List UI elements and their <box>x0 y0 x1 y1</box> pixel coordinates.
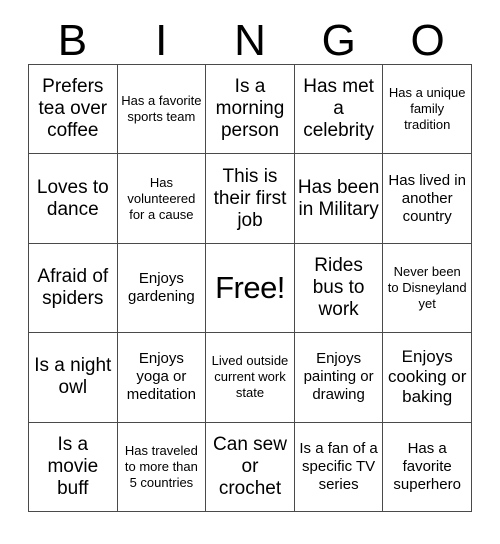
bingo-cell-label: Is a movie buff <box>47 433 99 499</box>
bingo-card: B I N G O Prefers tea over coffee Has a f… <box>0 0 500 544</box>
bingo-cell-label: Rides bus to work <box>312 254 365 320</box>
bingo-cell-g-5[interactable]: Is a fan of a specific TV series <box>294 422 384 512</box>
bingo-cell-i-2[interactable]: Has volunteered for a cause <box>117 154 207 244</box>
bingo-cell-label: Has a unique family tradition <box>388 85 466 133</box>
bingo-cell-b-1[interactable]: Prefers tea over coffee <box>29 65 118 155</box>
bingo-cell-label: Has traveled to more than 5 countries <box>124 442 198 490</box>
bingo-cell-o-4[interactable]: Enjoys cooking or baking <box>383 333 472 423</box>
bingo-cell-label: Is a night owl <box>34 355 112 399</box>
bingo-cell-label: Prefers tea over coffee <box>38 76 108 142</box>
bingo-cell-o-1[interactable]: Has a unique family tradition <box>383 65 472 155</box>
bingo-cell-label: Has been in Military <box>297 176 380 220</box>
bingo-cell-g-4[interactable]: Enjoys painting or drawing <box>294 333 384 423</box>
bingo-header-letter-o: O <box>410 16 445 65</box>
bingo-cell-label: Is a morning person <box>215 76 285 142</box>
bingo-cell-n-4[interactable]: Lived outside current work state <box>206 333 295 423</box>
bingo-cell-label: Can sew or crochet <box>213 433 287 499</box>
bingo-header-row: B I N G O <box>28 14 472 64</box>
bingo-cell-g-3[interactable]: Rides bus to work <box>294 243 384 334</box>
bingo-cell-label: Never been to Disneyland yet <box>387 263 467 311</box>
bingo-cell-n-1[interactable]: Is a morning person <box>206 65 295 155</box>
bingo-header-letter-i: I <box>155 16 168 65</box>
bingo-cell-label: Is a fan of a specific TV series <box>299 439 378 493</box>
bingo-cell-n-2[interactable]: This is their first job <box>206 154 295 244</box>
bingo-cell-label: Enjoys yoga or meditation <box>126 350 196 404</box>
bingo-cell-i-4[interactable]: Enjoys yoga or meditation <box>117 333 207 423</box>
bingo-free-space-cell[interactable]: Free! <box>206 243 295 334</box>
bingo-cell-label: Lived outside current work state <box>211 353 289 401</box>
bingo-cell-b-5[interactable]: Is a movie buff <box>29 422 118 512</box>
bingo-cell-label: Has volunteered for a cause <box>127 174 196 222</box>
bingo-cell-g-1[interactable]: Has met a celebrity <box>294 65 384 155</box>
bingo-header-letter-n: N <box>234 16 266 65</box>
bingo-cell-label: Enjoys gardening <box>128 269 195 305</box>
bingo-cell-g-2[interactable]: Has been in Military <box>294 154 384 244</box>
bingo-cell-b-3[interactable]: Afraid of spiders <box>29 243 118 334</box>
bingo-cell-label: Has a favorite sports team <box>121 93 202 125</box>
bingo-header-letter-g: G <box>321 16 356 65</box>
bingo-cell-i-1[interactable]: Has a favorite sports team <box>117 65 207 155</box>
bingo-cell-o-3[interactable]: Never been to Disneyland yet <box>383 243 472 334</box>
bingo-cell-label: Has lived in another country <box>388 171 466 225</box>
bingo-cell-label: Has met a celebrity <box>303 76 374 142</box>
bingo-cell-label: Loves to dance <box>36 176 109 220</box>
bingo-cell-label: Enjoys cooking or baking <box>387 347 467 407</box>
bingo-cell-label: This is their first job <box>213 165 287 231</box>
bingo-cell-i-3[interactable]: Enjoys gardening <box>117 243 207 334</box>
bingo-cell-o-2[interactable]: Has lived in another country <box>383 154 472 244</box>
bingo-cell-i-5[interactable]: Has traveled to more than 5 countries <box>117 422 207 512</box>
bingo-cell-label: Enjoys painting or drawing <box>303 350 374 404</box>
bingo-header-letter-b: B <box>57 16 88 65</box>
bingo-cell-b-2[interactable]: Loves to dance <box>29 154 118 244</box>
bingo-cell-label: Has a favorite superhero <box>393 439 461 493</box>
bingo-cell-o-5[interactable]: Has a favorite superhero <box>383 422 472 512</box>
bingo-cell-b-4[interactable]: Is a night owl <box>29 333 118 423</box>
bingo-cell-label: Free! <box>215 269 285 305</box>
bingo-cell-label: Afraid of spiders <box>37 265 109 309</box>
bingo-cell-n-5[interactable]: Can sew or crochet <box>206 422 295 512</box>
bingo-grid: Prefers tea over coffee Has a favorite sp… <box>28 64 472 512</box>
